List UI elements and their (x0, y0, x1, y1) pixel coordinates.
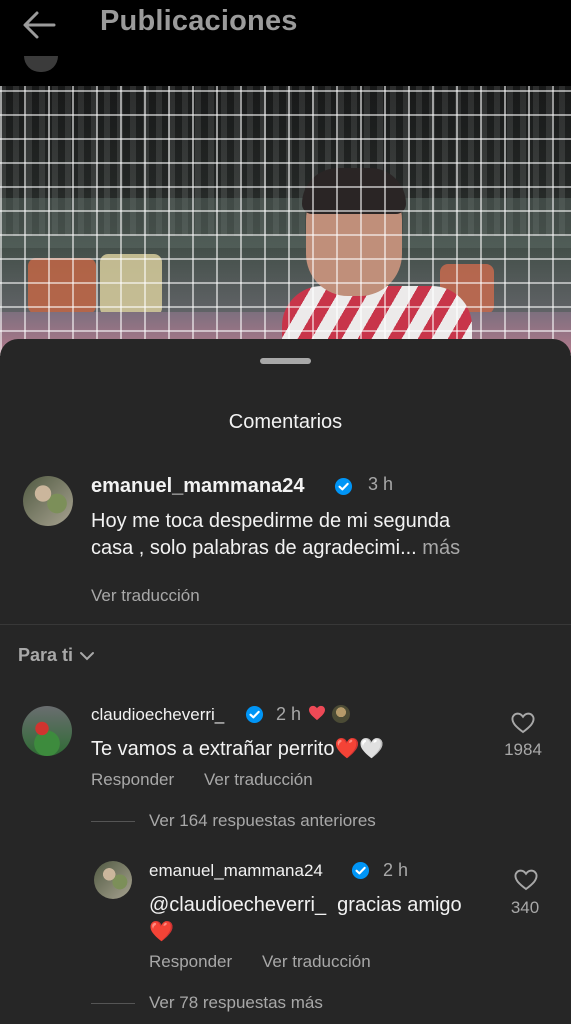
verified-badge-icon (245, 705, 264, 724)
caption-translate-link[interactable]: Ver traducción (91, 586, 200, 606)
replies-line (91, 821, 135, 822)
comment-text-content: Te vamos a extrañar perrito (91, 738, 335, 760)
comments-sheet: Comentarios emanuel_mammana24 3 h Hoy me… (0, 339, 571, 1024)
caption-avatar[interactable] (23, 476, 73, 526)
like-button[interactable] (508, 712, 538, 734)
reply-emoji: ❤️ (149, 921, 174, 943)
chevron-down-icon (80, 651, 95, 660)
top-bar: Publicaciones (0, 0, 571, 86)
reply-time: 2 h (383, 860, 409, 880)
photo-net (0, 86, 571, 356)
caption-text-line2-content: casa , solo palabras de agradecimi... (91, 537, 417, 559)
reply-username[interactable]: emanuel_mammana24 (149, 861, 323, 881)
reply-text: @claudioecheverri_ gracias amigo (149, 894, 462, 916)
caption-username[interactable]: emanuel_mammana24 (91, 475, 304, 498)
divider (0, 624, 571, 625)
caption-more-link[interactable]: más (422, 537, 460, 559)
view-previous-replies[interactable]: Ver 164 respuestas anteriores (149, 811, 376, 831)
view-more-replies[interactable]: Ver 78 respuestas más (149, 993, 323, 1013)
page-title: Publicaciones (100, 5, 298, 37)
comment-time: 2 h (276, 704, 302, 724)
comment-username[interactable]: claudioecheverri_ (91, 705, 224, 725)
like-count: 1984 (504, 740, 542, 759)
verified-badge-icon (351, 861, 370, 880)
verified-badge-icon (334, 477, 353, 496)
red-heart-icon (309, 705, 325, 721)
caption-time: 3 h (368, 474, 394, 494)
replies-line (91, 1003, 135, 1004)
reply-avatar[interactable] (94, 861, 132, 899)
heart-outline-icon (511, 712, 535, 734)
drag-handle[interactable] (260, 358, 311, 364)
reply-like-count: 340 (510, 898, 540, 917)
reply-reply-link[interactable]: Responder (149, 952, 232, 972)
reply-like-button[interactable] (511, 869, 541, 891)
back-button[interactable] (22, 8, 56, 42)
comment-text: Te vamos a extrañar perrito❤️🤍 (91, 736, 384, 761)
translate-link[interactable]: Ver traducción (204, 770, 313, 790)
sheet-title: Comentarios (228, 411, 343, 433)
reply-translate-link[interactable]: Ver traducción (262, 952, 371, 972)
post-author-avatar[interactable] (24, 56, 58, 72)
sort-filter-label: Para ti (18, 645, 74, 665)
heart-outline-icon (514, 869, 538, 891)
caption-text-line2: casa , solo palabras de agradecimi... má… (91, 537, 460, 560)
post-image[interactable] (0, 86, 571, 356)
comment-emoji: ❤️🤍 (334, 738, 385, 760)
sort-filter[interactable]: Para ti (18, 645, 95, 666)
back-arrow-icon (23, 11, 56, 39)
reply-link[interactable]: Responder (91, 770, 174, 790)
comment-avatar[interactable] (22, 706, 72, 756)
caption-text-line1: Hoy me toca despedirme de mi segunda (91, 510, 451, 532)
liker-avatar (332, 705, 350, 723)
